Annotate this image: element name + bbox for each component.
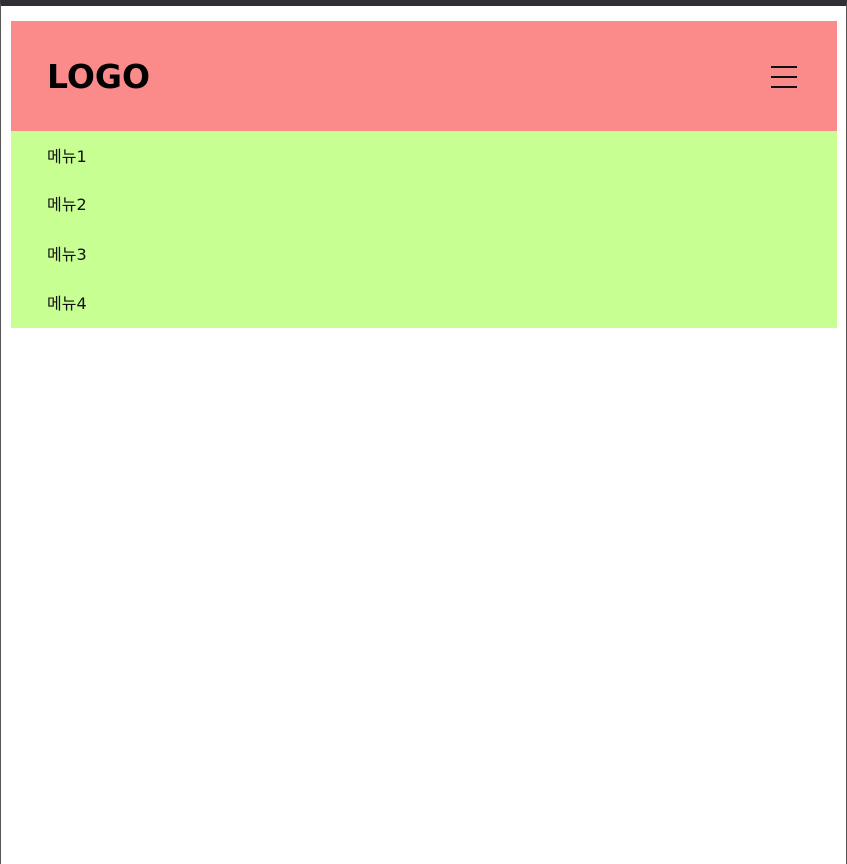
- hamburger-icon[interactable]: [771, 64, 799, 90]
- menu-item-3[interactable]: 메뉴3: [47, 243, 87, 267]
- hamburger-line: [771, 76, 797, 78]
- site-header: LOGO: [11, 21, 837, 131]
- hamburger-line: [771, 66, 797, 68]
- browser-viewport: LOGO 메뉴1 메뉴2 메뉴3 메뉴4: [0, 0, 847, 864]
- menu-item-2[interactable]: 메뉴2: [47, 193, 87, 217]
- menu-item-1[interactable]: 메뉴1: [47, 145, 87, 169]
- menu-item-4[interactable]: 메뉴4: [47, 292, 87, 316]
- hamburger-line: [771, 86, 797, 88]
- nav-menu: 메뉴1 메뉴2 메뉴3 메뉴4: [11, 131, 837, 328]
- logo[interactable]: LOGO: [47, 57, 150, 97]
